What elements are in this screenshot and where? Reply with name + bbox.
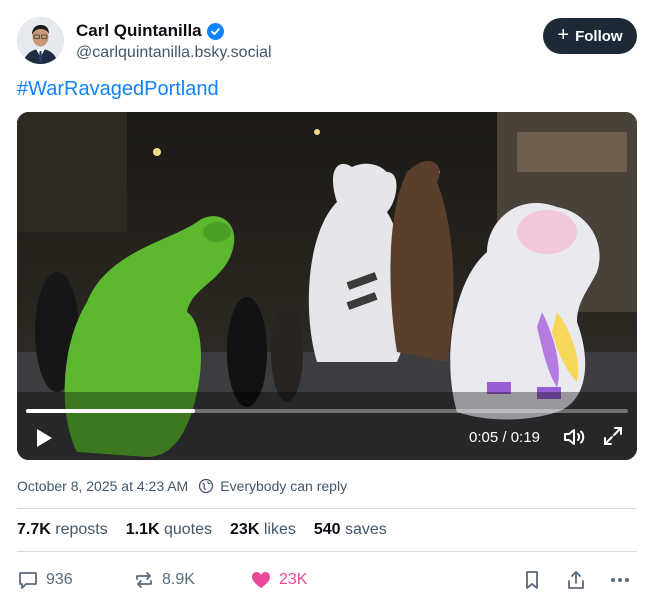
post-hashtag[interactable]: #WarRavagedPortland bbox=[17, 78, 219, 101]
avatar[interactable] bbox=[17, 17, 64, 64]
heart-icon bbox=[252, 572, 270, 588]
post-timestamp[interactable]: October 8, 2025 at 4:23 AM bbox=[17, 478, 188, 494]
more-options-button[interactable] bbox=[609, 566, 631, 594]
repost-count: 8.9K bbox=[162, 571, 195, 588]
avatar-image bbox=[17, 17, 64, 64]
share-button[interactable] bbox=[565, 566, 587, 594]
divider bbox=[17, 508, 637, 509]
stat-quotes[interactable]: 1.1K quotes bbox=[126, 521, 212, 539]
stat-saves-label: saves bbox=[345, 521, 387, 538]
stat-saves[interactable]: 540 saves bbox=[314, 521, 387, 539]
follow-button[interactable]: + Follow bbox=[543, 18, 637, 54]
video-time: 0:05 / 0:19 bbox=[469, 429, 540, 446]
stat-likes-count: 23K bbox=[230, 521, 260, 538]
video-progress-fill bbox=[26, 409, 195, 413]
stat-quotes-count: 1.1K bbox=[125, 521, 160, 538]
author-handle[interactable]: @carlquintanilla.bsky.social bbox=[76, 44, 272, 62]
stat-likes[interactable]: 23K likes bbox=[230, 521, 296, 539]
reply-count: 936 bbox=[46, 571, 73, 588]
stat-reposts-label: reposts bbox=[55, 521, 108, 538]
video-duration: 0:19 bbox=[510, 429, 540, 446]
verified-check-icon[interactable] bbox=[206, 22, 224, 40]
divider bbox=[17, 551, 637, 552]
bookmark-icon bbox=[526, 571, 538, 589]
bookmark-button[interactable] bbox=[521, 566, 543, 594]
stat-quotes-label: quotes bbox=[163, 521, 213, 538]
stat-reposts-count: 7.7K bbox=[17, 521, 51, 538]
post-meta: October 8, 2025 at 4:23 AM Everybody can… bbox=[17, 478, 347, 494]
ellipsis-icon bbox=[611, 578, 629, 582]
like-count: 23K bbox=[279, 571, 308, 588]
video-progress-bar[interactable] bbox=[26, 409, 628, 413]
video-current-time: 0:05 bbox=[469, 429, 499, 446]
follow-button-label: Follow bbox=[575, 27, 623, 45]
video-time-separator: / bbox=[502, 429, 507, 446]
play-icon[interactable] bbox=[31, 425, 57, 451]
volume-icon[interactable] bbox=[562, 425, 586, 449]
stat-reposts[interactable]: 7.7K reposts bbox=[17, 521, 108, 539]
video-frame bbox=[17, 112, 637, 460]
engagement-stats: 7.7K reposts 1.1K quotes 23K likes 540 s… bbox=[17, 521, 387, 539]
action-bar: 936 8.9K 23K bbox=[17, 566, 637, 594]
repost-icon bbox=[136, 572, 152, 588]
video-player[interactable]: 0:05 / 0:19 bbox=[17, 112, 637, 460]
author-name[interactable]: Carl Quintanilla bbox=[76, 21, 202, 41]
share-icon bbox=[568, 571, 584, 589]
reply-button[interactable]: 936 bbox=[17, 566, 73, 594]
plus-icon: + bbox=[557, 24, 570, 46]
reply-settings-icon bbox=[199, 478, 214, 494]
post-header: Carl Quintanilla @carlquintanilla.bsky.s… bbox=[17, 17, 637, 65]
author-name-row[interactable]: Carl Quintanilla bbox=[76, 21, 224, 41]
repost-button[interactable]: 8.9K bbox=[133, 566, 195, 594]
like-button[interactable]: 23K bbox=[250, 566, 307, 594]
stat-saves-count: 540 bbox=[313, 521, 341, 538]
fullscreen-icon[interactable] bbox=[602, 425, 624, 447]
reply-setting-label: Everybody can reply bbox=[220, 478, 348, 494]
stat-likes-label: likes bbox=[263, 521, 296, 538]
reply-icon bbox=[19, 572, 37, 589]
